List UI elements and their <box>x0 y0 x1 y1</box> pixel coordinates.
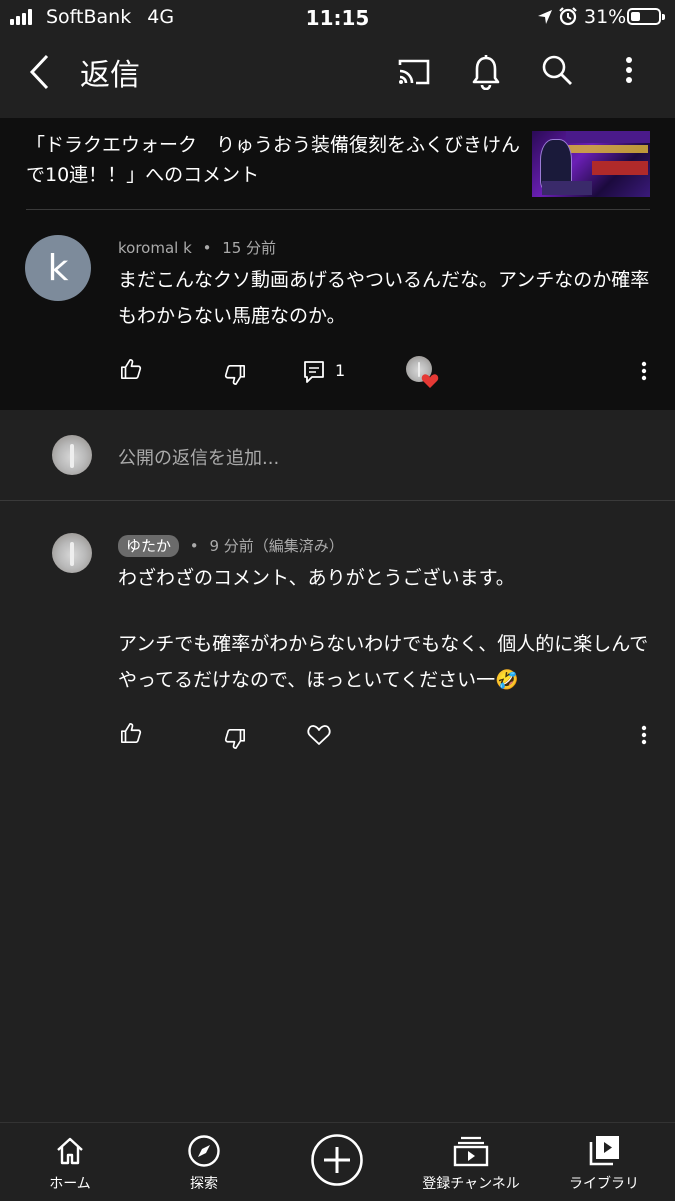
more-options-button[interactable] <box>612 48 646 92</box>
add-icon <box>310 1133 364 1187</box>
avatar[interactable] <box>52 533 92 573</box>
avatar <box>52 435 92 475</box>
app-header: 返信 <box>0 36 675 118</box>
heart-button[interactable] <box>304 720 334 750</box>
thumbs-up-icon <box>121 359 142 379</box>
video-context[interactable]: 「ドラクエウォーク りゅうおう装備復刻をふくびきけんで10連！！」へのコメント <box>0 118 675 210</box>
comment-author[interactable]: ゆたか <box>118 535 180 557</box>
location-arrow-icon <box>537 8 553 30</box>
alarm-icon <box>558 6 578 31</box>
dislike-button[interactable] <box>220 724 250 754</box>
more-vert-icon <box>641 361 647 381</box>
battery-percent: 31% <box>584 6 627 28</box>
nav-subscriptions[interactable]: 登録チャンネル <box>411 1123 531 1201</box>
comment-more-button[interactable] <box>632 356 656 386</box>
heart-icon <box>421 373 439 393</box>
nav-subscriptions-label: 登録チャンネル <box>422 1176 520 1192</box>
more-vert-icon <box>626 57 632 83</box>
comment-more-button[interactable] <box>632 720 656 750</box>
more-vert-icon <box>641 725 647 745</box>
notifications-button[interactable] <box>464 48 508 96</box>
avatar[interactable]: k <box>25 235 91 301</box>
comment-meta: koromal k • 15 分前 <box>118 237 276 258</box>
comment-text-line1: わざわざのコメント、ありがとうございます。 <box>118 567 515 589</box>
heart-outline-icon <box>307 725 331 745</box>
comment-meta: ゆたか • 9 分前（編集済み） <box>118 535 344 557</box>
status-bar: SoftBank 4G 11:15 31% <box>0 0 675 36</box>
nav-explore-label: 探索 <box>190 1176 218 1192</box>
reply-comment: ゆたか • 9 分前（編集済み） わざわざのコメント、ありがとうございます。 ア… <box>0 502 675 772</box>
nav-library-label: ライブラリ <box>569 1176 639 1192</box>
comment-icon <box>304 361 324 383</box>
battery-icon <box>627 8 665 25</box>
nav-home[interactable]: ホーム <box>10 1123 130 1201</box>
search-icon <box>542 55 572 85</box>
video-thumbnail[interactable] <box>532 131 650 197</box>
chevron-left-icon <box>29 54 49 90</box>
search-button[interactable] <box>535 48 579 92</box>
library-icon <box>584 1133 624 1169</box>
like-button[interactable] <box>116 718 146 748</box>
meta-separator: • <box>189 537 199 555</box>
comment-author[interactable]: koromal k <box>118 239 192 257</box>
nav-library[interactable]: ライブラリ <box>544 1123 664 1201</box>
divider <box>0 500 675 501</box>
subscriptions-icon <box>451 1133 491 1169</box>
cast-button[interactable] <box>392 50 436 94</box>
thumbs-down-icon <box>224 729 245 749</box>
thumbs-down-icon <box>224 365 245 385</box>
nav-home-label: ホーム <box>49 1176 91 1192</box>
bottom-nav: ホーム 探索 登録チャンネル ライブラリ <box>0 1122 675 1201</box>
page-title: 返信 <box>80 58 140 93</box>
video-title[interactable]: 「ドラクエウォーク りゅうおう装備復刻をふくびきけんで10連！！」へのコメント <box>26 130 526 190</box>
compass-icon <box>184 1133 224 1169</box>
thumbs-up-icon <box>121 723 142 743</box>
comment-text: まだこんなクソ動画あげるやついるんだな。アンチなのか確率もわからない馬鹿なのか。 <box>118 269 650 327</box>
reply-input-row: 公開の返信を追加... <box>0 410 675 500</box>
main-comment: k koromal k • 15 分前 まだこんなクソ動画あげるやついるんだな。… <box>0 210 675 410</box>
nav-explore[interactable]: 探索 <box>144 1123 264 1201</box>
back-button[interactable] <box>18 50 62 94</box>
comment-time: 9 分前（編集済み） <box>209 537 344 555</box>
cast-icon <box>398 59 430 85</box>
reply-input[interactable]: 公開の返信を追加... <box>118 444 638 470</box>
replies-button[interactable] <box>300 358 328 386</box>
home-icon <box>50 1133 90 1169</box>
meta-separator: • <box>202 239 212 257</box>
nav-create[interactable] <box>277 1123 397 1201</box>
comment-time: 15 分前 <box>222 239 277 257</box>
bell-icon <box>472 55 500 90</box>
like-button[interactable] <box>116 354 146 384</box>
comment-text-line2: アンチでも確率がわからないわけでもなく、個人的に楽しんでやってるだけなので、ほっ… <box>118 633 649 691</box>
reply-count: 1 <box>335 361 346 380</box>
dislike-button[interactable] <box>220 360 250 390</box>
